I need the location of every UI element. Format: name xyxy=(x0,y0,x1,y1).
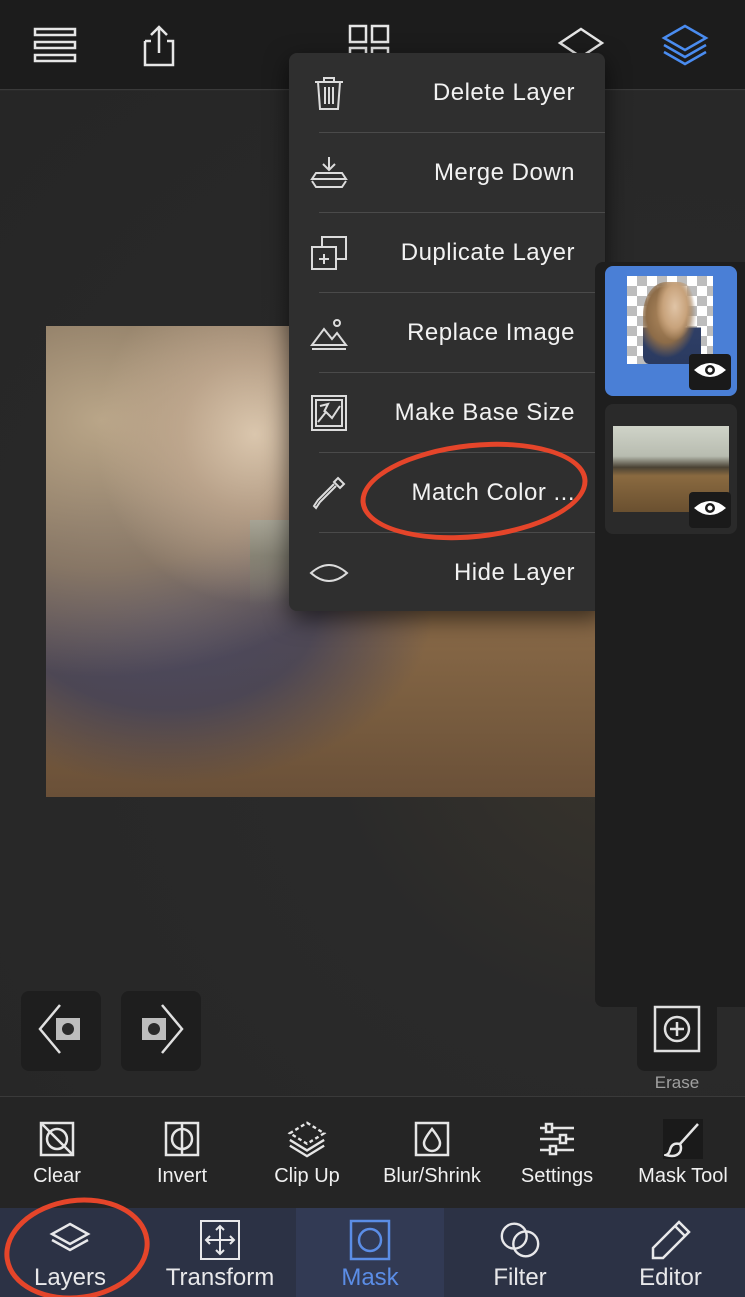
tool-blur-shrink[interactable]: Blur/Shrink xyxy=(372,1097,492,1209)
erase-label: Erase xyxy=(654,1073,700,1092)
layer-thumbnail-selected[interactable] xyxy=(605,266,737,396)
sliders-icon xyxy=(537,1119,577,1159)
tool-label: Settings xyxy=(520,1165,594,1187)
menu-item-make-base-size[interactable]: Make Base Size xyxy=(289,373,605,453)
erase-button[interactable] xyxy=(637,991,717,1071)
menu-item-merge-down[interactable]: Merge Down xyxy=(289,133,605,213)
tool-clear[interactable]: Clear xyxy=(10,1097,104,1209)
tool-settings[interactable]: Settings xyxy=(510,1097,604,1209)
menu-item-replace-image[interactable]: Replace Image xyxy=(289,293,605,373)
merge-down-icon xyxy=(309,153,349,193)
layer-preview-girl xyxy=(627,276,713,364)
tab-editor[interactable]: Editor xyxy=(596,1208,745,1297)
tool-label: Clear xyxy=(33,1165,81,1187)
menu-item-hide-layer[interactable]: Hide Layer xyxy=(289,533,605,613)
visibility-toggle[interactable] xyxy=(689,354,731,390)
tool-label: Blur/Shrink xyxy=(383,1165,481,1187)
add-icon xyxy=(652,1004,702,1059)
tool-mask-tool[interactable]: Mask Tool xyxy=(628,1097,738,1209)
tool-label: Invert xyxy=(156,1165,208,1187)
replace-image-icon xyxy=(309,313,349,353)
clear-icon xyxy=(37,1119,77,1159)
mask-tools-bar: Clear Invert Clip Up Blur/Shrink Setting… xyxy=(0,1096,745,1208)
tool-invert[interactable]: Invert xyxy=(135,1097,229,1209)
layers-stack-icon[interactable] xyxy=(658,18,712,72)
duplicate-icon xyxy=(309,233,349,273)
tool-clip-up[interactable]: Clip Up xyxy=(258,1097,356,1209)
menu-item-delete-layer[interactable]: Delete Layer xyxy=(289,53,605,133)
next-layer-button[interactable] xyxy=(121,991,201,1071)
share-icon[interactable] xyxy=(132,18,186,72)
previous-layer-button[interactable] xyxy=(21,991,101,1071)
clip-up-icon xyxy=(287,1119,327,1159)
menu-item-label: Delete Layer xyxy=(432,79,575,106)
blur-icon xyxy=(412,1119,452,1159)
eye-icon xyxy=(692,359,728,386)
arrow-left-icon xyxy=(36,1001,86,1062)
mask-icon xyxy=(348,1218,392,1262)
eyedropper-icon xyxy=(309,473,349,513)
pencil-icon xyxy=(649,1218,693,1262)
tab-mask[interactable]: Mask xyxy=(296,1208,444,1297)
tab-label: Transform xyxy=(165,1264,275,1291)
tab-label: Editor xyxy=(639,1264,702,1291)
transform-icon xyxy=(198,1218,242,1262)
tool-label: Mask Tool xyxy=(638,1165,728,1187)
menu-item-duplicate-layer[interactable]: Duplicate Layer xyxy=(289,213,605,293)
tab-transform[interactable]: Transform xyxy=(145,1208,295,1297)
list-icon[interactable] xyxy=(28,18,82,72)
invert-icon xyxy=(162,1119,202,1159)
filter-icon xyxy=(498,1218,542,1262)
girl-cutout-image xyxy=(643,282,701,364)
menu-item-label: Hide Layer xyxy=(453,559,575,586)
tab-label: Mask xyxy=(341,1264,399,1291)
menu-item-label: Merge Down xyxy=(433,159,575,186)
trash-icon xyxy=(309,73,349,113)
eye-icon xyxy=(692,497,728,524)
layer-thumbnail[interactable] xyxy=(605,404,737,534)
tool-label: Clip Up xyxy=(274,1165,340,1187)
layers-panel xyxy=(595,262,745,1007)
visibility-toggle[interactable] xyxy=(689,492,731,528)
eye-outline-icon xyxy=(309,553,349,593)
menu-item-label: Replace Image xyxy=(407,319,575,346)
tab-filter[interactable]: Filter xyxy=(446,1208,594,1297)
base-size-icon xyxy=(309,393,349,433)
arrow-right-icon xyxy=(136,1001,186,1062)
tab-label: Filter xyxy=(493,1264,547,1291)
menu-item-label: Duplicate Layer xyxy=(400,239,575,266)
brush-icon xyxy=(663,1119,703,1159)
